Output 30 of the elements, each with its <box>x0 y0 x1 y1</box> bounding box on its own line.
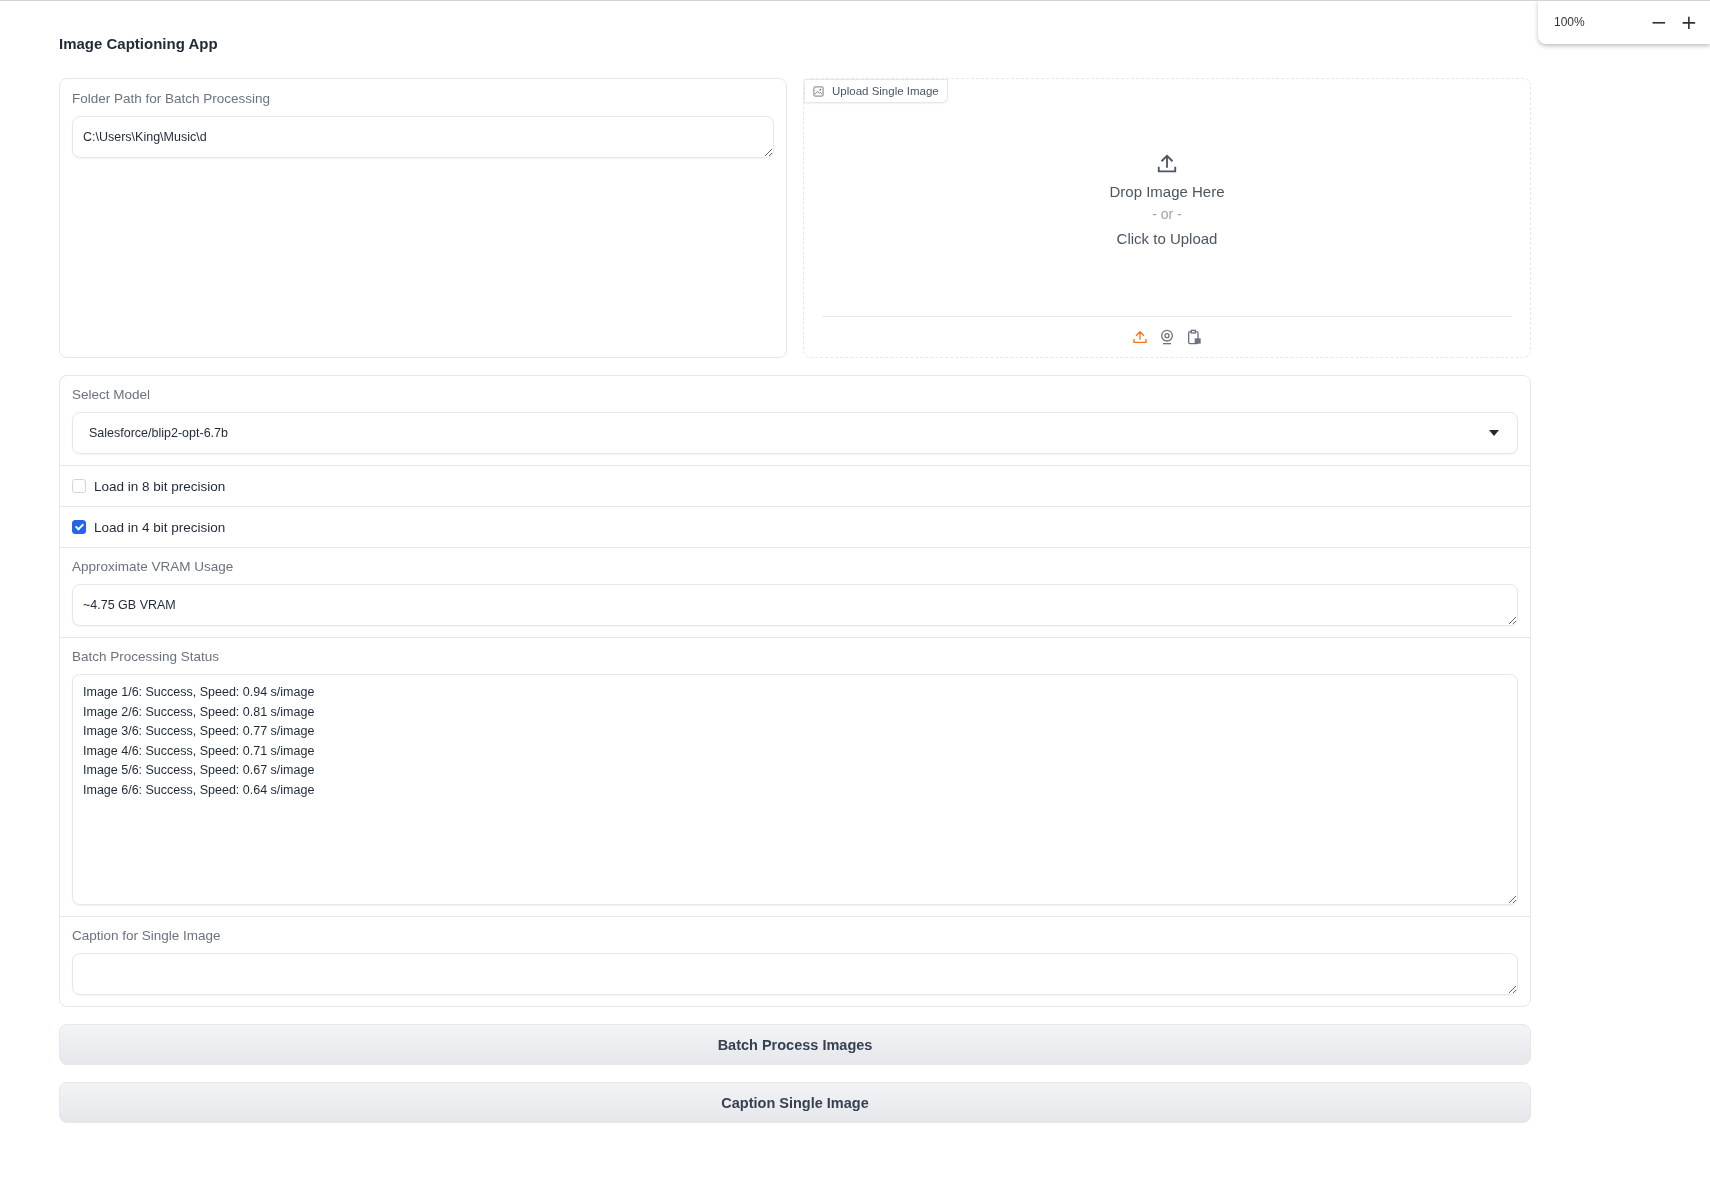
upload-icon[interactable] <box>1132 329 1148 345</box>
field-label: Folder Path for Batch Processing <box>72 91 272 106</box>
checkbox-label[interactable]: Load in 8 bit precision <box>94 478 226 494</box>
batch-status-field[interactable]: Image 1/6: Success, Speed: 0.94 s/image Image 2/6: Success, Speed: 0.81 s/image Image 3/6: Success, Speed: 0.77 s/image Image 4/6: Success, Speed: 0.71 s/image Image 5/6: Success, Speed: 0.67 s/image Image 6/6: Success, Speed: 0.64 s/image <box>72 674 1518 905</box>
upload-area[interactable]: Upload Single Image Drop Image Here - or - Click to Upload <box>803 78 1531 358</box>
clipboard-icon[interactable] <box>1186 329 1202 345</box>
image-icon <box>813 85 824 97</box>
or-text: - or - <box>1152 206 1182 222</box>
checkbox-label[interactable]: Load in 4 bit precision <box>94 519 226 535</box>
model-dropdown[interactable]: Salesforce/blip2-opt-6.7b <box>72 412 1518 454</box>
field-label: Select Model <box>72 387 152 402</box>
action-button[interactable]: Batch Process Images <box>59 1024 1531 1065</box>
webcam-icon[interactable] <box>1159 329 1175 345</box>
page-title: Image Captioning App <box>59 35 219 52</box>
zoom-out-button[interactable]: − <box>1644 10 1674 34</box>
field-label: Caption for Single Image <box>72 928 222 943</box>
vram-usage-field[interactable]: ~4.75 GB VRAM <box>72 584 1518 626</box>
caption-field[interactable] <box>72 953 1518 995</box>
drop-text: Drop Image Here <box>1109 183 1225 200</box>
upload-title: Upload Single Image <box>832 85 939 97</box>
field-label: Approximate VRAM Usage <box>72 559 235 574</box>
dropdown-caret-icon <box>1489 430 1499 436</box>
upload-icon <box>1156 153 1178 175</box>
checkbox[interactable] <box>72 520 86 534</box>
click-to-upload-text: Click to Upload <box>1116 230 1218 247</box>
zoom-level: 100% <box>1554 15 1586 29</box>
field-label: Batch Processing Status <box>72 649 221 664</box>
zoom-in-button[interactable]: + <box>1674 10 1704 34</box>
folder-path-field[interactable]: C:\Users\King\Music\d <box>72 116 774 158</box>
action-button[interactable]: Caption Single Image <box>59 1082 1531 1123</box>
